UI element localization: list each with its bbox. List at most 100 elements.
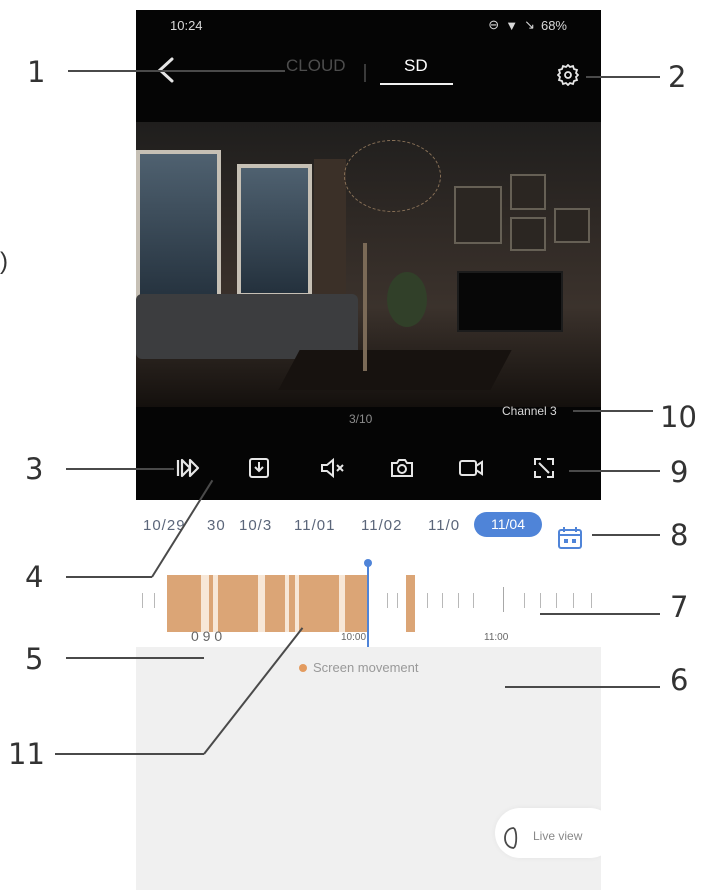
playhead[interactable] xyxy=(367,562,369,647)
back-arrow-icon[interactable] xyxy=(154,56,180,89)
callout-11: 11 xyxy=(8,737,45,771)
room-window xyxy=(237,164,312,297)
callout-line-3 xyxy=(66,468,174,470)
top-bar: 10:24 ⊖ ▼ ↘ 68% CLOUD SD xyxy=(136,10,601,122)
clip-counter: 3/10 xyxy=(349,412,373,426)
room-window xyxy=(136,150,221,306)
time-tick xyxy=(442,593,443,608)
fullscreen-icon xyxy=(534,458,554,478)
battery-level: 68% xyxy=(540,17,567,33)
play-speed-button[interactable] xyxy=(174,452,206,484)
callout-line-10 xyxy=(573,410,653,412)
camera-icon xyxy=(391,459,413,477)
video-info-bar: 3/10 Channel 3 xyxy=(136,404,601,440)
recording-segment[interactable] xyxy=(406,575,415,632)
date-item[interactable]: 30 xyxy=(207,517,226,534)
recording-segment[interactable] xyxy=(345,575,367,632)
recording-timeline[interactable]: 0 9 0 10:00 11:00 xyxy=(136,550,601,647)
time-tick xyxy=(142,593,143,608)
date-item[interactable]: 11/02 xyxy=(361,517,402,534)
callout-line-2 xyxy=(586,76,660,78)
time-tick xyxy=(591,593,592,608)
fullscreen-button[interactable] xyxy=(528,452,560,484)
time-tick xyxy=(397,593,398,608)
time-tick xyxy=(427,593,428,608)
callout-line-8 xyxy=(592,534,660,536)
time-tick xyxy=(154,593,155,608)
time-tick xyxy=(458,593,459,608)
time-tick xyxy=(473,593,474,608)
date-item[interactable]: 10/3 xyxy=(239,517,272,534)
timeline-label: 0 9 0 xyxy=(191,628,223,644)
do-not-disturb-icon: ⊖ xyxy=(488,17,500,32)
tab-divider xyxy=(364,64,366,82)
time-major-tick xyxy=(503,587,504,612)
camera-video[interactable] xyxy=(136,122,601,407)
tab-sd[interactable]: SD xyxy=(404,56,428,76)
callout-line-7 xyxy=(540,613,660,615)
wall-frame xyxy=(454,186,502,244)
wall-frame xyxy=(554,208,590,243)
callout-3: 3 xyxy=(25,452,44,486)
download-button[interactable] xyxy=(243,452,275,484)
recording-gap xyxy=(258,575,265,632)
time-tick xyxy=(573,593,574,608)
recording-segment[interactable] xyxy=(218,575,258,632)
tab-cloud[interactable]: CLOUD xyxy=(286,56,346,76)
channel-label: Channel 3 xyxy=(502,404,557,418)
timeline-label: 11:00 xyxy=(484,632,509,643)
callout-line-4 xyxy=(66,576,152,578)
callout-line-6 xyxy=(505,686,660,688)
callout-1: 1 xyxy=(27,55,46,89)
callout-line-9 xyxy=(569,470,660,472)
callout-8: 8 xyxy=(670,518,689,552)
live-view-icon xyxy=(504,827,518,849)
legend-label: Screen movement xyxy=(313,660,419,675)
selected-date[interactable]: 11/04 xyxy=(474,512,542,537)
callout-line-5 xyxy=(66,657,204,659)
live-view-label: Live view xyxy=(533,829,583,843)
floor-lamp xyxy=(363,243,367,371)
signal-icon: ↘ xyxy=(524,17,535,32)
callout-9: 9 xyxy=(670,455,689,489)
cropped-parenthesis: ) xyxy=(0,248,8,275)
callout-5: 5 xyxy=(25,642,44,676)
television xyxy=(457,271,563,332)
callout-line-1 xyxy=(68,70,285,72)
callout-2: 2 xyxy=(668,60,687,94)
record-button[interactable] xyxy=(455,452,487,484)
date-strip: 10/29 30 10/3 11/01 11/02 11/0 11/04 xyxy=(136,500,601,550)
gear-icon[interactable] xyxy=(556,63,580,91)
recording-segment[interactable] xyxy=(167,575,201,632)
download-icon xyxy=(249,458,269,478)
timeline-legend: Screen movement xyxy=(299,660,419,675)
callout-7: 7 xyxy=(670,590,689,624)
video-record-icon xyxy=(459,460,483,476)
recording-gap xyxy=(201,575,209,632)
play-speed-icon xyxy=(176,458,200,478)
wifi-icon: ▼ xyxy=(505,17,519,33)
recording-segment[interactable] xyxy=(299,575,339,632)
recording-segment[interactable] xyxy=(265,575,285,632)
snapshot-button[interactable] xyxy=(386,452,418,484)
callout-4: 4 xyxy=(25,560,44,594)
callout-6: 6 xyxy=(670,663,689,697)
movement-color-dot xyxy=(299,663,307,672)
selected-tab-underline xyxy=(380,83,453,85)
status-icons: ⊖ ▼ ↘ 68% xyxy=(488,17,567,33)
mute-icon xyxy=(321,457,344,479)
callout-line-11 xyxy=(55,753,204,755)
date-item[interactable]: 11/01 xyxy=(294,517,335,534)
timeline-label: 10:00 xyxy=(341,632,367,643)
mute-button[interactable] xyxy=(316,452,348,484)
date-item[interactable]: 11/0 xyxy=(428,517,460,534)
coffee-table xyxy=(278,350,512,390)
time-tick xyxy=(387,593,388,608)
app-screen: 10:24 ⊖ ▼ ↘ 68% CLOUD SD 3/10 Channel 3 … xyxy=(136,10,601,890)
chandelier xyxy=(344,140,441,212)
time-tick xyxy=(524,593,525,608)
time-tick xyxy=(540,593,541,608)
callout-10: 10 xyxy=(660,400,697,434)
wall-frame xyxy=(510,174,546,210)
wall-frame xyxy=(510,217,546,251)
